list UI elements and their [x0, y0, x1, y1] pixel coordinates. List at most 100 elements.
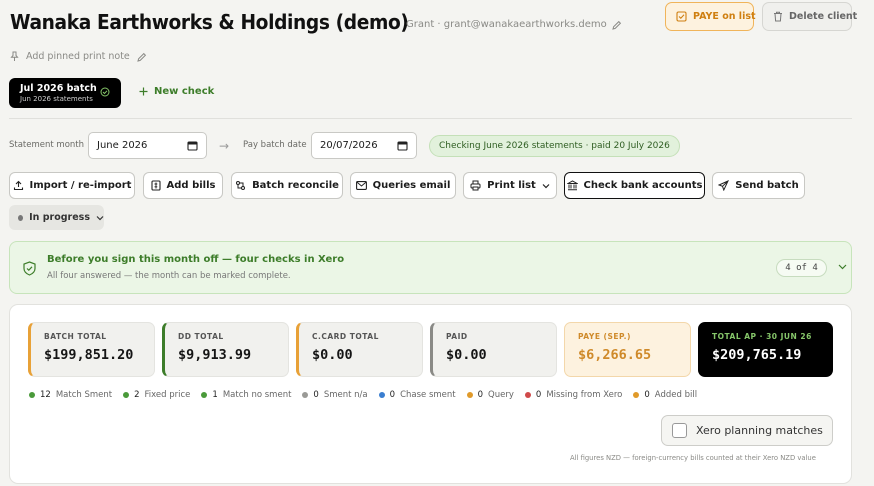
progress-label: In progress — [29, 212, 90, 223]
card-label: PAID — [446, 332, 468, 341]
pay-batch-input[interactable]: 20/07/2026 — [311, 132, 417, 159]
print-list-button[interactable]: Print list — [463, 172, 557, 199]
legend-label: Chase sment — [400, 390, 456, 400]
arrow-right-icon: → — [219, 139, 230, 153]
calendar-icon[interactable] — [187, 140, 198, 151]
banner-title: Before you sign this month off — four ch… — [47, 254, 345, 265]
shield-check-icon — [23, 261, 36, 276]
check-circle-icon — [100, 87, 110, 97]
legend-dot-icon — [302, 392, 309, 398]
legend-label: Match no sment — [222, 390, 292, 400]
legend-label: Query — [488, 390, 514, 400]
edit-user-icon[interactable] — [612, 20, 622, 30]
card-value: $0.00 — [312, 347, 353, 363]
check-bank-accounts-label: Check bank accounts — [583, 180, 703, 191]
legend-item: 0 Added bill — [633, 390, 697, 400]
checkbox[interactable] — [672, 423, 687, 438]
batch-reconcile-button[interactable]: Batch reconcile — [231, 172, 343, 199]
send-batch-button[interactable]: Send batch — [712, 172, 805, 199]
legend-dot-icon — [378, 392, 385, 398]
chevron-down-icon — [96, 215, 104, 221]
progress-status-dropdown[interactable]: In progress — [9, 205, 104, 230]
legend-item: 12 Match Sment — [29, 390, 112, 400]
pin-note-label: Add pinned print note — [26, 51, 130, 62]
receipt-icon — [150, 180, 161, 191]
legend-dot-icon — [524, 392, 531, 398]
pay-batch-value: 20/07/2026 — [320, 140, 378, 151]
legend-count: 0 — [535, 390, 542, 400]
card-value: $199,851.20 — [44, 347, 134, 363]
batch-total-card: BATCH TOTAL $199,851.20 — [28, 322, 155, 377]
legend-item: 1 Match no sment — [201, 390, 291, 400]
legend-dot-icon — [29, 392, 35, 398]
user-info: Grant · grant@wanakaearthworks.demo — [406, 19, 622, 30]
pay-batch-label: Pay batch date — [243, 140, 307, 150]
import-button[interactable]: Import / re-import — [9, 172, 135, 199]
legend-label: Added bill — [654, 390, 698, 400]
chevron-down-icon[interactable] — [838, 264, 847, 270]
legend-count: 1 — [212, 390, 218, 400]
footnote: All figures NZD — foreign-currency bills… — [570, 454, 816, 462]
legend-dot-icon — [633, 392, 640, 398]
check-bank-accounts-button[interactable]: Check bank accounts — [564, 172, 705, 199]
paid-card: PAID $0.00 — [430, 322, 557, 377]
delete-client-button[interactable]: Delete client — [762, 2, 857, 31]
divider — [9, 118, 852, 119]
paye-on-list-label: PAYE on list — [693, 11, 756, 22]
legend-label: Match Sment — [55, 390, 113, 400]
statement-month-label: Statement month — [9, 140, 85, 150]
xero-planning-label: Xero planning matches — [696, 424, 823, 437]
add-bills-button[interactable]: Add bills — [143, 172, 223, 199]
card-label: TOTAL AP · 30 JUN 26 — [712, 332, 812, 341]
legend-dot-icon — [201, 392, 208, 398]
legend-item: 0 Chase sment — [378, 390, 456, 400]
delete-client-label: Delete client — [789, 11, 858, 22]
batch-tab[interactable]: Jul 2026 batch Jun 2026 statements — [9, 78, 121, 108]
status-pill: Checking June 2026 statements · paid 20 … — [429, 135, 680, 157]
legend-label: Sment n/a — [323, 390, 368, 400]
legend-item: 0 Missing from Xero — [524, 390, 623, 400]
card-label: BATCH TOTAL — [44, 332, 107, 341]
legend-count: 0 — [313, 390, 319, 400]
edit-note-icon[interactable] — [137, 52, 147, 62]
dd-total-card: DD TOTAL $9,913.99 — [162, 322, 289, 377]
paye-on-list-button[interactable]: PAYE on list — [665, 2, 756, 31]
mail-icon — [355, 181, 367, 190]
paye-icon — [676, 11, 687, 22]
signoff-checks-banner[interactable]: Before you sign this month off — four ch… — [9, 241, 852, 294]
new-check-button[interactable]: New check — [139, 86, 214, 97]
banner-subtitle: All four answered — the month can be mar… — [47, 271, 291, 281]
legend-dot-icon — [123, 392, 130, 398]
ccard-total-card: C.CARD TOTAL $0.00 — [296, 322, 423, 377]
checks-counter: 4 of 4 — [776, 259, 827, 277]
import-label: Import / re-import — [29, 180, 132, 191]
status-legend: 12 Match Sment 2 Fixed price 1 Match no sme… — [29, 390, 708, 400]
total-ap-card: TOTAL AP · 30 JUN 26 $209,765.19 — [698, 322, 833, 377]
upload-icon — [13, 180, 24, 191]
pinned-note[interactable]: Add pinned print note — [10, 51, 147, 62]
xero-planning-toggle[interactable]: Xero planning matches — [661, 415, 833, 446]
legend-count: 0 — [389, 390, 396, 400]
card-value: $6,266.65 — [578, 347, 652, 363]
legend-item: 0 Query — [466, 390, 514, 400]
queries-email-button[interactable]: Queries email — [350, 172, 456, 199]
status-dot-icon — [18, 214, 24, 221]
statement-month-input[interactable]: June 2026 — [88, 132, 207, 159]
new-check-label: New check — [154, 86, 215, 97]
legend-label: Missing from Xero — [546, 390, 623, 400]
card-value: $0.00 — [446, 347, 487, 363]
legend-item: 0 Sment n/a — [302, 390, 368, 400]
statement-month-value: June 2026 — [97, 140, 148, 151]
legend-count: 0 — [477, 390, 484, 400]
printer-icon — [470, 180, 481, 191]
legend-count: 2 — [134, 390, 140, 400]
bank-icon — [566, 180, 578, 191]
card-label: C.CARD TOTAL — [312, 332, 379, 341]
legend-count: 12 — [40, 390, 51, 400]
legend-dot-icon — [466, 392, 473, 398]
card-label: PAYE (SEP.) — [578, 332, 631, 341]
calendar-icon[interactable] — [397, 140, 408, 151]
add-bills-label: Add bills — [166, 180, 216, 191]
print-list-label: Print list — [487, 180, 536, 191]
send-batch-label: Send batch — [735, 180, 799, 191]
